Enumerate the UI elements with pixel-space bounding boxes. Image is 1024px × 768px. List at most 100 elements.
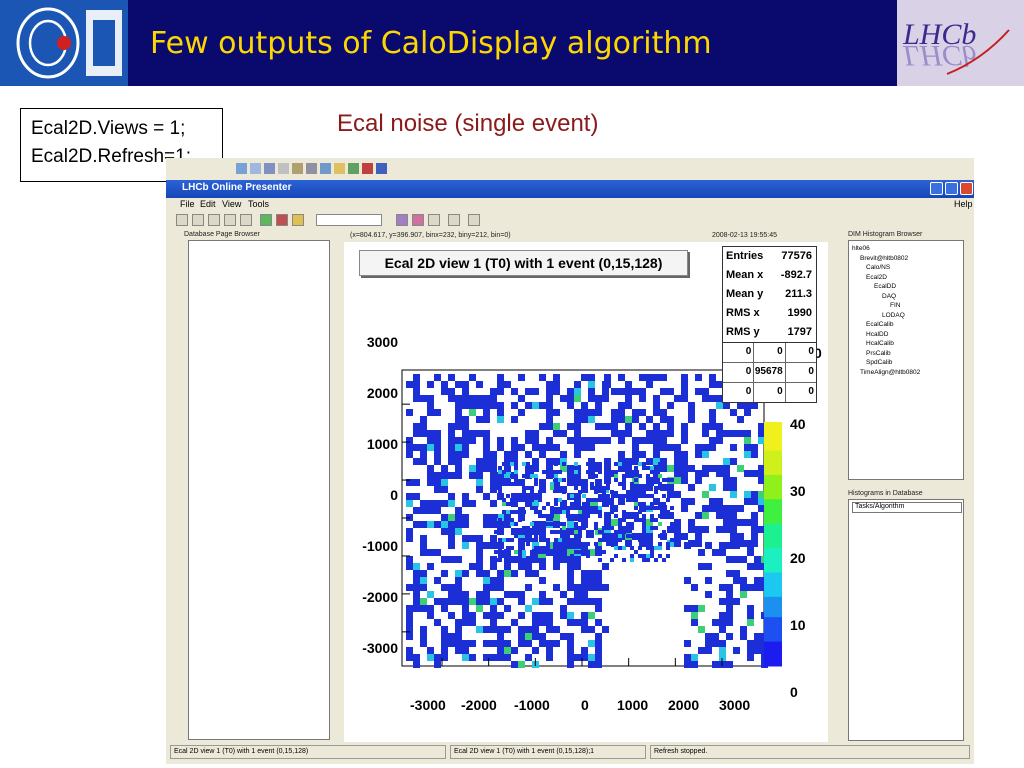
heatmap-cell <box>716 430 723 437</box>
color-scale-segment <box>764 523 782 529</box>
tree-node[interactable]: DAQ <box>852 292 920 302</box>
heatmap-cell <box>420 521 427 528</box>
menu-edit[interactable]: Edit <box>200 199 216 209</box>
tree-node[interactable]: SpdCalib <box>852 358 920 368</box>
heatmap-cell <box>698 563 705 570</box>
toolbar-icon[interactable] <box>236 163 247 174</box>
tree-node[interactable]: Ecal2D <box>852 273 920 283</box>
tree-node[interactable]: TimeAlign@hltb0802 <box>852 368 920 378</box>
heatmap-cell <box>532 437 539 444</box>
tree-node[interactable]: EcalCalib <box>852 320 920 330</box>
heatmap-cell <box>737 533 744 540</box>
heatmap-cell <box>518 563 525 570</box>
toolbar-icon[interactable] <box>278 163 289 174</box>
tree-node[interactable]: FIN <box>852 301 920 311</box>
toolbar-button[interactable] <box>224 214 236 226</box>
heatmap-cell <box>574 462 578 466</box>
heatmap-cell <box>588 388 595 395</box>
heatmap-cell <box>574 493 581 500</box>
toolbar-button[interactable] <box>192 214 204 226</box>
tree-node[interactable]: HcalCalib <box>852 339 920 349</box>
toolbar-button[interactable] <box>412 214 424 226</box>
heatmap-cell <box>747 654 754 661</box>
stats-box: Entries 77576 Mean x -892.7 Mean y 211.3 RM… <box>722 246 817 403</box>
toolbar-button[interactable] <box>428 214 440 226</box>
color-scale-segment <box>764 515 782 521</box>
menu-help[interactable]: Help <box>954 199 973 209</box>
maximize-button[interactable] <box>945 182 958 195</box>
toolbar-button[interactable] <box>292 214 304 226</box>
toolbar-button[interactable] <box>176 214 188 226</box>
color-scale-segment <box>764 426 782 431</box>
stop-button[interactable] <box>276 214 288 226</box>
heatmap-cell <box>502 510 506 514</box>
heatmap-cell <box>658 542 662 546</box>
heatmap-cell <box>581 444 588 451</box>
heatmap-cell <box>406 535 413 542</box>
toolbar-icon[interactable] <box>376 163 387 174</box>
heatmap-cell <box>427 430 434 437</box>
menu-file[interactable]: File <box>180 199 195 209</box>
heatmap-cell <box>514 470 518 474</box>
menu-tools[interactable]: Tools <box>248 199 269 209</box>
play-button[interactable] <box>260 214 272 226</box>
heatmap-cell <box>538 510 542 514</box>
tree-node[interactable]: hlte06 <box>852 244 920 254</box>
heatmap-cell <box>588 612 595 619</box>
toolbar-button[interactable] <box>448 214 460 226</box>
tree-node[interactable]: Calo/NS <box>852 263 920 273</box>
toolbar-icon[interactable] <box>292 163 303 174</box>
toolbar-icon[interactable] <box>348 163 359 174</box>
toolbar-icon[interactable] <box>362 163 373 174</box>
histogram-canvas[interactable]: Ecal 2D view 1 (T0) with 1 event (0,15,1… <box>344 242 828 742</box>
tree-node[interactable]: PrsCalib <box>852 349 920 359</box>
heatmap-cell <box>622 526 626 530</box>
heatmap-cell <box>744 498 751 505</box>
heatmap-cell <box>618 374 625 381</box>
heatmap-cell <box>532 612 539 619</box>
heatmap-cell <box>747 612 754 619</box>
heatmap-cell <box>511 570 518 577</box>
heatmap-cell <box>634 466 638 470</box>
heatmap-cell <box>578 482 582 486</box>
heatmap-cell <box>455 402 462 409</box>
heatmap-cell <box>448 472 455 479</box>
tree-node[interactable]: HcalDD <box>852 330 920 340</box>
heatmap-cell <box>730 526 737 533</box>
histdb-combo[interactable]: Tasks/Algorithm <box>852 502 962 513</box>
heatmap-cell <box>598 538 602 542</box>
toolbar-dropdown[interactable] <box>316 214 382 226</box>
close-button[interactable] <box>960 182 973 195</box>
toolbar-icon[interactable] <box>320 163 331 174</box>
heatmap-cell <box>504 381 511 388</box>
toolbar-button[interactable] <box>208 214 220 226</box>
heatmap-cell <box>553 374 560 381</box>
toolbar-icon[interactable] <box>250 163 261 174</box>
heatmap-cell <box>448 444 455 451</box>
heatmap-cell <box>448 388 455 395</box>
toolbar-button[interactable] <box>240 214 252 226</box>
toolbar-icon[interactable] <box>334 163 345 174</box>
toolbar-button[interactable] <box>396 214 408 226</box>
tree-node[interactable]: LODAQ <box>852 311 920 321</box>
heatmap-cell <box>674 451 681 458</box>
toolbar-icon[interactable] <box>264 163 275 174</box>
heatmap-cell <box>448 430 455 437</box>
heatmap-cell <box>581 570 588 577</box>
tree-node[interactable]: Brevit@hltb0802 <box>852 254 920 264</box>
histdb-pane[interactable] <box>848 499 964 741</box>
heatmap-cell <box>504 570 511 577</box>
page-browser-pane[interactable] <box>188 240 330 740</box>
menu-view[interactable]: View <box>222 199 241 209</box>
tree-node[interactable]: EcalDD <box>852 282 920 292</box>
heatmap-cell <box>574 584 581 591</box>
toolbar-icon[interactable] <box>306 163 317 174</box>
heatmap-cell <box>441 479 448 486</box>
heatmap-cell <box>702 430 709 437</box>
minimize-button[interactable] <box>930 182 943 195</box>
heatmap-cell <box>595 402 602 409</box>
x-tick-label: -1000 <box>514 697 550 713</box>
heatmap-cell <box>610 526 614 530</box>
heatmap-cell <box>525 605 532 612</box>
toolbar-button[interactable] <box>468 214 480 226</box>
